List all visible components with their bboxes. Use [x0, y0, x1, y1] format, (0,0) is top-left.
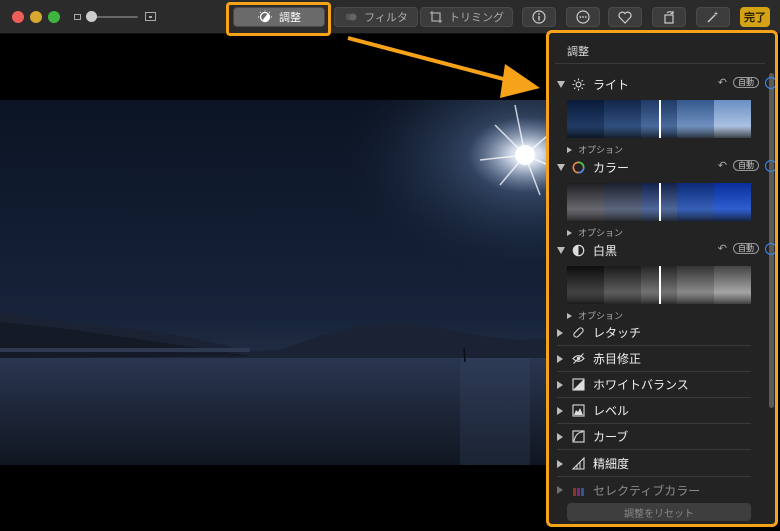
- zoom-in-icon: [145, 12, 156, 21]
- close-window-button[interactable]: [12, 11, 24, 23]
- disclosure-closed-icon: [557, 486, 563, 494]
- color-toggle[interactable]: [765, 159, 775, 172]
- tool-red-eye[interactable]: 赤目修正: [557, 346, 751, 372]
- rotate-icon: [664, 11, 674, 24]
- auto-bw-button[interactable]: 自動: [733, 243, 759, 254]
- tool-curves[interactable]: カーブ: [557, 424, 751, 450]
- tool-retouch-label: レタッチ: [593, 326, 642, 340]
- sun-icon: [571, 77, 585, 91]
- bw-toggle[interactable]: [765, 242, 775, 255]
- eye-icon: [571, 352, 585, 366]
- half-circle-icon: [571, 243, 585, 257]
- landscape-photo: [0, 100, 560, 465]
- color-slider-strip[interactable]: [567, 183, 751, 221]
- tool-white-balance-label: ホワイトバランス: [593, 378, 689, 392]
- tab-filter[interactable]: フィルタ: [334, 7, 418, 27]
- white-balance-icon: [571, 378, 585, 392]
- sun: [515, 145, 535, 165]
- tool-sharpen-label: 精細度: [593, 457, 630, 471]
- auto-enhance-button[interactable]: [696, 7, 730, 27]
- tool-levels[interactable]: レベル: [557, 398, 751, 424]
- disclosure-closed-icon: [557, 406, 563, 415]
- section-light-header[interactable]: ライト ↶ 自動: [557, 75, 775, 93]
- disclosure-open-icon: [557, 163, 565, 171]
- tool-curves-label: カーブ: [593, 430, 629, 444]
- undo-color-icon[interactable]: ↶: [718, 159, 727, 172]
- section-light-label: ライト: [593, 77, 630, 92]
- light-options[interactable]: オプション: [567, 143, 623, 156]
- tool-red-eye-label: 赤目修正: [593, 352, 642, 366]
- minimize-window-button[interactable]: [30, 11, 42, 23]
- more-button[interactable]: [566, 7, 600, 27]
- auto-color-button[interactable]: 自動: [733, 160, 759, 171]
- light-slider-marker[interactable]: [659, 100, 661, 138]
- color-slider-marker[interactable]: [659, 183, 661, 221]
- light-options-label: オプション: [578, 146, 624, 156]
- section-color-label: カラー: [593, 160, 630, 175]
- light-toggle[interactable]: [765, 76, 775, 89]
- reset-adjustments-button[interactable]: 調整をリセット: [567, 503, 751, 521]
- adjust-tab-highlight: [226, 2, 331, 36]
- tool-white-balance[interactable]: ホワイトバランス: [557, 372, 751, 398]
- zoom-slider-knob[interactable]: [86, 11, 97, 22]
- bandage-icon: [571, 326, 585, 340]
- disclosure-open-icon: [557, 246, 565, 254]
- section-bw-header[interactable]: 白黒 ↶ 自動: [557, 241, 775, 259]
- panel-scrollbar[interactable]: [769, 73, 774, 408]
- auto-light-button[interactable]: 自動: [733, 77, 759, 88]
- tool-levels-label: レベル: [593, 404, 630, 418]
- photo-preview[interactable]: [0, 100, 560, 465]
- info-button[interactable]: [522, 7, 556, 27]
- disclosure-closed-icon: [557, 354, 563, 363]
- heart-icon: [618, 11, 632, 24]
- selective-color-icon: [571, 483, 585, 497]
- disclosure-closed-icon: [557, 432, 563, 441]
- section-bw-label: 白黒: [593, 243, 618, 258]
- color-options[interactable]: オプション: [567, 226, 623, 239]
- tool-retouch[interactable]: レタッチ: [557, 320, 751, 346]
- tool-selective-color[interactable]: セレクティブカラー: [557, 477, 751, 503]
- section-color-header[interactable]: カラー ↶ 自動: [557, 158, 775, 176]
- bw-slider-strip[interactable]: [567, 266, 751, 304]
- panel-divider: [555, 63, 765, 64]
- undo-light-icon[interactable]: ↶: [718, 76, 727, 89]
- tab-crop[interactable]: トリミング: [420, 7, 513, 27]
- callout-arrow: [347, 36, 540, 98]
- curves-icon: [571, 430, 585, 444]
- disclosure-closed-icon: [557, 328, 563, 337]
- zoom-window-button[interactable]: [48, 11, 60, 23]
- panel-title: 調整: [567, 45, 589, 58]
- light-slider-strip[interactable]: [567, 100, 751, 138]
- info-icon: [532, 10, 546, 24]
- disclosure-open-icon: [557, 80, 565, 88]
- tool-sharpen[interactable]: 精細度: [557, 451, 751, 477]
- ellipsis-circle-icon: [576, 10, 590, 24]
- bw-slider-marker[interactable]: [659, 266, 661, 304]
- tab-filter-label: フィルタ: [364, 11, 408, 24]
- zoom-out-icon: [74, 14, 81, 20]
- done-button[interactable]: 完了: [740, 7, 770, 27]
- toolbar: 調整 フィルタ トリミング 完了: [0, 0, 780, 34]
- rotate-button[interactable]: [652, 7, 686, 27]
- undo-bw-icon[interactable]: ↶: [718, 242, 727, 255]
- color-options-label: オプション: [578, 229, 624, 239]
- levels-icon: [571, 404, 585, 418]
- color-wheel-icon: [571, 160, 585, 174]
- sharpen-icon: [571, 457, 585, 471]
- adjust-panel: 調整 ライト ↶ 自動 オプション カラー ↶ 自動 オプション 白黒 ↶ 自動…: [546, 30, 778, 527]
- magic-wand-icon: [707, 11, 719, 23]
- favorite-button[interactable]: [608, 7, 642, 27]
- tool-selective-color-label: セレクティブカラー: [593, 483, 701, 498]
- disclosure-closed-icon: [557, 380, 563, 389]
- tab-crop-label: トリミング: [449, 11, 504, 24]
- crop-icon: [430, 11, 442, 23]
- disclosure-closed-icon: [557, 459, 563, 468]
- filter-circles-icon: [345, 13, 357, 21]
